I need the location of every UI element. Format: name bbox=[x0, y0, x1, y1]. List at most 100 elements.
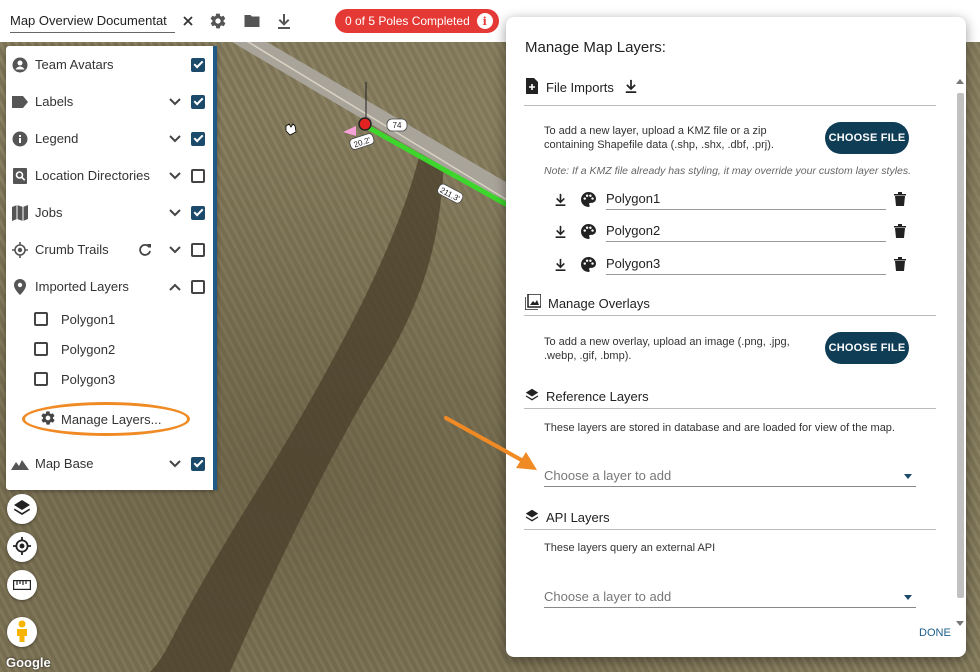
layers-icon bbox=[13, 499, 31, 520]
document-title-text: Map Overview Documentat bbox=[10, 13, 167, 28]
palette-icon[interactable] bbox=[580, 256, 596, 272]
section-divider bbox=[524, 315, 936, 316]
layer-checkbox[interactable] bbox=[191, 279, 205, 294]
layer-item-label: Imported Layers bbox=[35, 279, 129, 294]
palette-icon[interactable] bbox=[580, 191, 596, 207]
done-button[interactable]: DONE bbox=[919, 627, 951, 639]
description-line: .webp, .gif, .bmp). bbox=[544, 350, 632, 362]
layers-icon bbox=[525, 388, 539, 405]
layer-checkbox[interactable] bbox=[191, 242, 205, 257]
scroll-down-icon[interactable] bbox=[956, 621, 964, 626]
section-title: Reference Layers bbox=[546, 388, 649, 404]
layer-item-labels[interactable]: Labels bbox=[6, 83, 213, 120]
chevron-down-icon[interactable] bbox=[167, 456, 183, 472]
sublayer-checkbox[interactable] bbox=[34, 342, 48, 356]
manage-layers-button[interactable]: Manage Layers... bbox=[40, 408, 161, 430]
scrollbar-thumb[interactable] bbox=[957, 93, 964, 598]
refresh-icon[interactable] bbox=[137, 242, 153, 258]
reference-layer-select[interactable]: Choose a layer to add bbox=[544, 465, 916, 487]
choose-file-button[interactable]: CHOOSE FILE bbox=[825, 122, 909, 154]
sublayer-polygon2[interactable]: Polygon2 bbox=[34, 334, 115, 364]
folder-icon[interactable] bbox=[241, 10, 263, 32]
reference-layers-description: These layers are stored in database and … bbox=[544, 422, 895, 434]
layer-item-crumb-trails[interactable]: Crumb Trails bbox=[6, 231, 213, 268]
sublayer-polygon1[interactable]: Polygon1 bbox=[34, 304, 115, 334]
manage-map-layers-dialog: Manage Map Layers: File Imports To add a… bbox=[506, 17, 966, 657]
ruler-icon bbox=[12, 578, 32, 593]
download-icon[interactable] bbox=[552, 256, 568, 272]
description-line: To add a new layer, upload a KMZ file or… bbox=[544, 125, 767, 137]
layers-button[interactable] bbox=[7, 494, 37, 524]
panel-scrollbar[interactable] bbox=[213, 46, 217, 490]
gear-icon[interactable] bbox=[207, 10, 229, 32]
locate-button[interactable] bbox=[7, 532, 37, 562]
poles-completed-badge[interactable]: 0 of 5 Poles Completed i bbox=[335, 9, 499, 33]
layer-panel: Team Avatars Labels Legend Location Dire… bbox=[6, 46, 217, 490]
chevron-up-icon[interactable] bbox=[167, 279, 183, 295]
scroll-up-icon[interactable] bbox=[956, 79, 964, 84]
layer-item-map-base[interactable]: Map Base bbox=[6, 445, 213, 482]
layer-item-jobs[interactable]: Jobs bbox=[6, 194, 213, 231]
map-icon bbox=[11, 204, 29, 222]
api-layers-description: These layers query an external API bbox=[544, 542, 716, 554]
layer-item-label: Location Directories bbox=[35, 168, 150, 183]
download-icon[interactable] bbox=[273, 10, 295, 32]
imported-file-name[interactable]: Polygon2 bbox=[606, 220, 886, 242]
measure-button[interactable] bbox=[7, 570, 37, 600]
location-search-icon bbox=[11, 167, 29, 185]
crosshair-icon bbox=[13, 536, 31, 558]
download-icon[interactable] bbox=[552, 191, 568, 207]
pole-marker[interactable] bbox=[358, 117, 372, 131]
trash-icon[interactable] bbox=[892, 222, 908, 240]
layer-checkbox[interactable] bbox=[191, 168, 205, 183]
trash-icon[interactable] bbox=[892, 255, 908, 273]
imported-file-name[interactable]: Polygon1 bbox=[606, 188, 886, 210]
layer-item-label: Labels bbox=[35, 94, 74, 109]
info-icon[interactable]: i bbox=[476, 13, 493, 29]
api-layer-select[interactable]: Choose a layer to add bbox=[544, 586, 916, 608]
download-icon[interactable] bbox=[624, 79, 638, 96]
sublayer-label: Polygon3 bbox=[61, 371, 116, 387]
sublayer-label: Polygon1 bbox=[61, 311, 116, 327]
clear-title-icon[interactable] bbox=[177, 10, 199, 32]
choose-overlay-file-button[interactable]: CHOOSE FILE bbox=[825, 332, 909, 364]
layer-item-label: Legend bbox=[35, 131, 79, 146]
street-view-button[interactable] bbox=[7, 617, 37, 647]
api-layers-heading: API Layers bbox=[525, 506, 936, 528]
chevron-down-icon[interactable] bbox=[167, 168, 183, 184]
sublayer-polygon3[interactable]: Polygon3 bbox=[34, 364, 115, 394]
sublayer-checkbox[interactable] bbox=[34, 312, 48, 326]
layer-item-imported-layers[interactable]: Imported Layers bbox=[6, 268, 213, 305]
dialog-scrollbar[interactable] bbox=[956, 73, 964, 633]
terrain-icon bbox=[11, 455, 29, 473]
layer-checkbox[interactable] bbox=[191, 94, 205, 109]
select-placeholder: Choose a layer to add bbox=[544, 589, 672, 604]
pole-flag bbox=[343, 126, 356, 136]
imported-file-name[interactable]: Polygon3 bbox=[606, 253, 886, 275]
hand-cursor-icon bbox=[285, 123, 297, 136]
layer-checkbox[interactable] bbox=[191, 205, 205, 220]
section-title: File Imports bbox=[546, 79, 614, 95]
layer-checkbox[interactable] bbox=[191, 57, 205, 72]
layer-item-legend[interactable]: Legend bbox=[6, 120, 213, 157]
chevron-down-icon[interactable] bbox=[167, 131, 183, 147]
download-icon[interactable] bbox=[552, 223, 568, 239]
layer-checkbox[interactable] bbox=[191, 131, 205, 146]
dropdown-caret-icon bbox=[904, 595, 912, 600]
palette-icon[interactable] bbox=[580, 223, 596, 239]
layer-checkbox[interactable] bbox=[191, 456, 205, 471]
chevron-down-icon[interactable] bbox=[167, 205, 183, 221]
chevron-down-icon[interactable] bbox=[167, 94, 183, 110]
layer-item-label: Map Base bbox=[35, 456, 94, 471]
section-title: Manage Overlays bbox=[548, 295, 650, 311]
sublayer-checkbox[interactable] bbox=[34, 372, 48, 386]
image-icon bbox=[524, 292, 542, 313]
layer-item-team-avatars[interactable]: Team Avatars bbox=[6, 46, 213, 83]
imported-file-row bbox=[552, 220, 596, 242]
dialog-title: Manage Map Layers: bbox=[525, 39, 666, 56]
avatar-icon bbox=[11, 56, 29, 74]
layer-item-location-directories[interactable]: Location Directories bbox=[6, 157, 213, 194]
chevron-down-icon[interactable] bbox=[167, 242, 183, 258]
document-title-input[interactable]: Map Overview Documentat bbox=[10, 9, 175, 33]
trash-icon[interactable] bbox=[892, 190, 908, 208]
